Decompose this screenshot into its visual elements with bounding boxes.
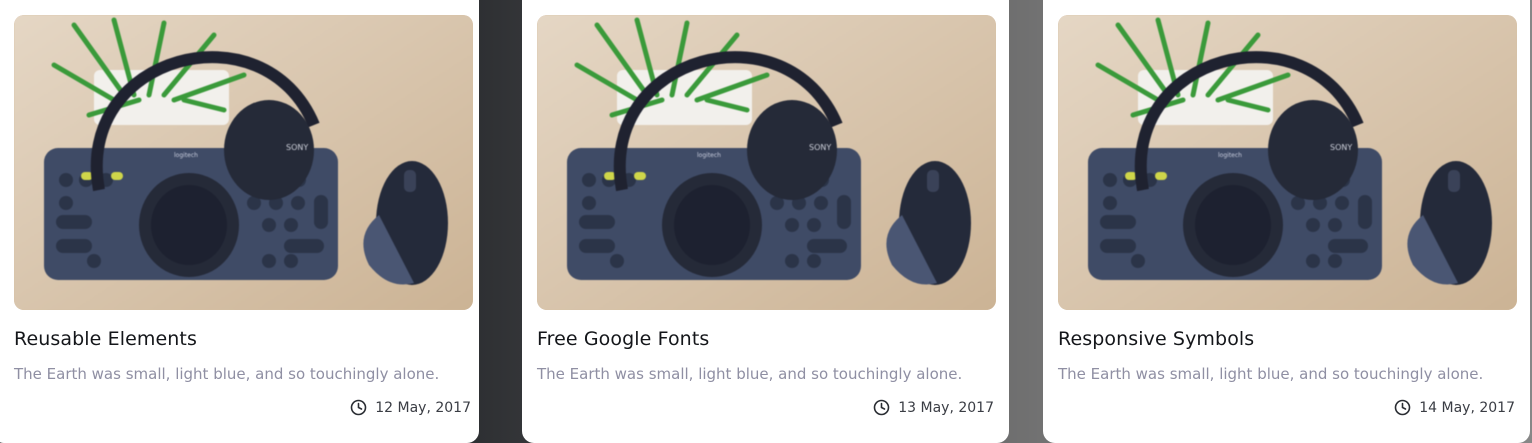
card-3-title[interactable]: Responsive Symbols (1058, 328, 1254, 350)
blog-card-3[interactable]: SONY logitech Responsive Symbols The Ear… (1043, 0, 1530, 443)
keyboard-brand-text: logitech (697, 152, 721, 159)
blog-card-1[interactable]: SONY logitech Reusable Elements The Eart… (0, 0, 479, 443)
card-1-image[interactable]: SONY logitech (14, 15, 473, 310)
clock-icon (350, 399, 367, 416)
card-3-date: 14 May, 2017 (1419, 399, 1515, 416)
clock-icon (1394, 399, 1411, 416)
headphone-brand-text: SONY (1330, 143, 1352, 152)
card-3-meta: 14 May, 2017 (1394, 399, 1515, 416)
card-2-image[interactable]: SONY logitech (537, 15, 996, 310)
clock-icon (873, 399, 890, 416)
card-1-description: The Earth was small, light blue, and so … (14, 365, 440, 383)
card-2-meta: 13 May, 2017 (873, 399, 994, 416)
card-3-description: The Earth was small, light blue, and so … (1058, 365, 1484, 383)
card-1-meta: 12 May, 2017 (350, 399, 471, 416)
card-2-description: The Earth was small, light blue, and so … (537, 365, 963, 383)
card-2-date: 13 May, 2017 (898, 399, 994, 416)
blog-card-2[interactable]: SONY logitech Free Google Fonts The Eart… (522, 0, 1009, 443)
headphone-brand-text: SONY (286, 143, 308, 152)
card-1-title[interactable]: Reusable Elements (14, 328, 197, 350)
headphone-brand-text: SONY (809, 143, 831, 152)
card-1-date: 12 May, 2017 (375, 399, 471, 416)
desk-photo-graphic: SONY logitech (537, 15, 996, 310)
card-3-image[interactable]: SONY logitech (1058, 15, 1517, 310)
keyboard-brand-text: logitech (174, 152, 198, 159)
desk-photo-graphic: SONY logitech (14, 15, 473, 310)
card-2-title[interactable]: Free Google Fonts (537, 328, 709, 350)
keyboard-brand-text: logitech (1218, 152, 1242, 159)
desk-photo-graphic: SONY logitech (1058, 15, 1517, 310)
